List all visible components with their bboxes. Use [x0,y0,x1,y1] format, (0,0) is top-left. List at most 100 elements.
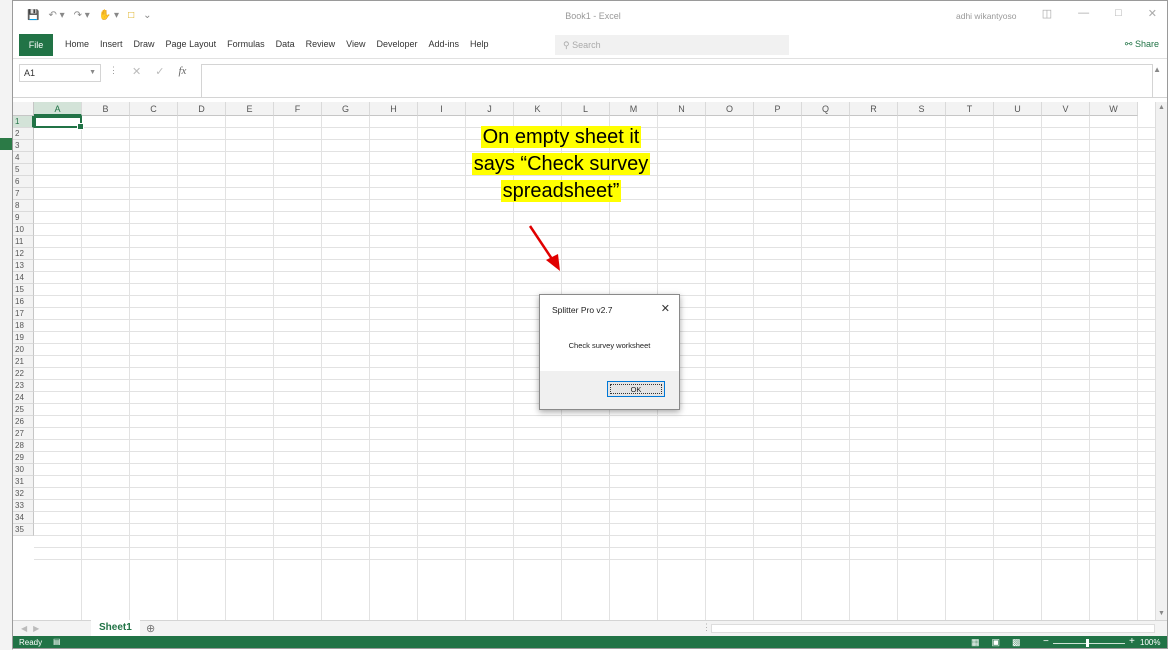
row-header-13[interactable]: 13 [13,260,34,272]
insert-function-icon[interactable]: fx [178,65,186,78]
enter-icon[interactable]: ✓ [155,65,164,78]
row-header-35[interactable]: 35 [13,524,34,536]
undo-icon[interactable]: ↶ ▾ [48,10,64,21]
zoom-slider[interactable] [1053,643,1125,644]
zoom-slider-thumb[interactable] [1086,639,1089,647]
close-icon[interactable]: ✕ [1148,7,1157,20]
column-header-f[interactable]: F [274,102,322,116]
chevron-down-icon[interactable]: ▼ [89,65,96,81]
row-header-9[interactable]: 9 [13,212,34,224]
cancel-icon[interactable]: ✕ [132,65,141,78]
zoom-level[interactable]: 100% [1140,638,1160,647]
tab-help[interactable]: Help [470,39,489,49]
tab-data[interactable]: Data [276,39,295,49]
normal-view-icon[interactable]: ▦ [971,637,980,648]
column-header-h[interactable]: H [370,102,418,116]
tab-formulas[interactable]: Formulas [227,39,265,49]
redo-icon[interactable]: ↷ ▾ [74,10,90,21]
touch-mode-icon[interactable]: ✋ ▾ [99,10,119,21]
column-header-g[interactable]: G [322,102,370,116]
restore-icon[interactable]: □ [1115,7,1122,20]
tab-insert[interactable]: Insert [100,39,123,49]
row-header-15[interactable]: 15 [13,284,34,296]
column-header-j[interactable]: J [466,102,514,116]
row-header-24[interactable]: 24 [13,392,34,404]
tab-add-ins[interactable]: Add-ins [429,39,460,49]
row-header-3[interactable]: 3 [13,140,34,152]
select-all-corner[interactable] [13,102,34,116]
share-button[interactable]: ⚯ Share [1125,39,1159,50]
scroll-down-icon[interactable]: ▼ [1156,608,1167,620]
column-header-p[interactable]: P [754,102,802,116]
split-handle-icon[interactable]: ⋮ [702,622,711,633]
horizontal-scrollbar[interactable]: ⋮ [702,622,1155,633]
column-header-m[interactable]: M [610,102,658,116]
scroll-up-icon[interactable]: ▲ [1156,102,1167,114]
row-header-30[interactable]: 30 [13,464,34,476]
ribbon-display-icon[interactable]: ◫ [1042,7,1052,20]
save-icon[interactable]: 💾 [27,10,39,21]
tab-home[interactable]: Home [65,39,89,49]
form-icon[interactable]: □ [128,10,134,21]
column-header-v[interactable]: V [1042,102,1090,116]
minimize-icon[interactable]: — [1078,7,1089,20]
column-header-q[interactable]: Q [802,102,850,116]
ok-button[interactable]: OK [607,381,665,397]
column-header-s[interactable]: S [898,102,946,116]
page-break-view-icon[interactable]: ▩ [1012,637,1021,648]
macro-record-icon[interactable]: ▤ [53,637,61,646]
row-header-28[interactable]: 28 [13,440,34,452]
customize-toolbar-icon[interactable]: ⌄ [143,10,151,21]
tab-review[interactable]: Review [306,39,336,49]
row-header-16[interactable]: 16 [13,296,34,308]
row-header-12[interactable]: 12 [13,248,34,260]
collapse-formula-icon[interactable]: ▲ [1153,65,1161,74]
tab-view[interactable]: View [346,39,365,49]
row-header-20[interactable]: 20 [13,344,34,356]
sheet-nav-arrows[interactable]: ◀▶ [21,624,45,633]
row-header-4[interactable]: 4 [13,152,34,164]
row-header-11[interactable]: 11 [13,236,34,248]
zoom-out-icon[interactable]: − [1043,636,1049,647]
row-header-34[interactable]: 34 [13,512,34,524]
column-header-o[interactable]: O [706,102,754,116]
tab-developer[interactable]: Developer [377,39,418,49]
row-header-22[interactable]: 22 [13,368,34,380]
row-header-5[interactable]: 5 [13,164,34,176]
column-header-i[interactable]: I [418,102,466,116]
row-header-23[interactable]: 23 [13,380,34,392]
row-header-33[interactable]: 33 [13,500,34,512]
close-icon[interactable]: ✕ [661,302,670,315]
row-header-27[interactable]: 27 [13,428,34,440]
column-header-c[interactable]: C [130,102,178,116]
column-header-n[interactable]: N [658,102,706,116]
row-header-32[interactable]: 32 [13,488,34,500]
row-header-31[interactable]: 31 [13,476,34,488]
tab-page-layout[interactable]: Page Layout [166,39,217,49]
tab-file[interactable]: File [19,34,53,56]
row-header-25[interactable]: 25 [13,404,34,416]
page-layout-view-icon[interactable]: ▣ [992,637,1001,648]
row-header-17[interactable]: 17 [13,308,34,320]
row-header-14[interactable]: 14 [13,272,34,284]
row-header-7[interactable]: 7 [13,188,34,200]
zoom-in-icon[interactable]: + [1129,636,1135,647]
column-header-b[interactable]: B [82,102,130,116]
column-header-e[interactable]: E [226,102,274,116]
row-header-29[interactable]: 29 [13,452,34,464]
column-header-r[interactable]: R [850,102,898,116]
column-header-u[interactable]: U [994,102,1042,116]
column-header-a[interactable]: A [34,102,82,116]
row-header-10[interactable]: 10 [13,224,34,236]
user-name[interactable]: adhi wikantyoso [956,11,1016,21]
more-options-icon[interactable]: ⋮ [109,65,118,78]
active-cell[interactable] [34,116,84,130]
row-header-1[interactable]: 1 [13,116,34,128]
tab-draw[interactable]: Draw [134,39,155,49]
search-input[interactable]: ⚲ Search [555,35,789,55]
row-header-2[interactable]: 2 [13,128,34,140]
vertical-scrollbar[interactable]: ▲ ▼ [1155,102,1167,620]
add-sheet-icon[interactable]: ⊕ [146,622,155,635]
row-header-21[interactable]: 21 [13,356,34,368]
formula-input[interactable] [201,64,1153,98]
